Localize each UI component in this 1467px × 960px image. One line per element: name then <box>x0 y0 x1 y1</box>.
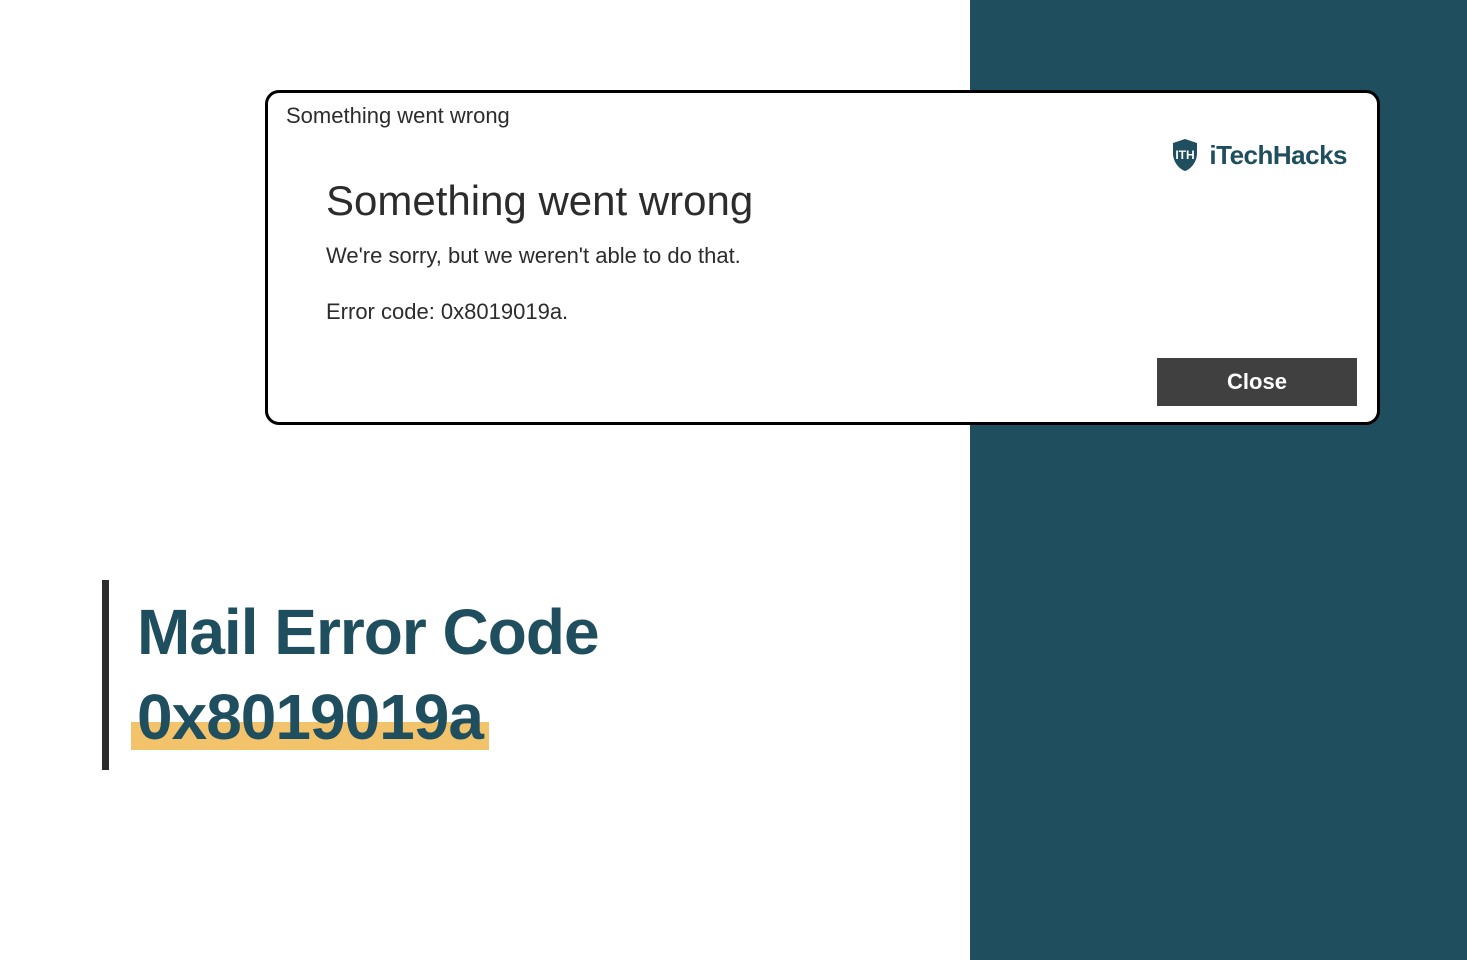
itechhacks-shield-icon: ITH <box>1167 137 1203 173</box>
article-title-line2: 0x8019019a <box>137 679 483 756</box>
close-button[interactable]: Close <box>1157 358 1357 406</box>
dialog-message: We're sorry, but we weren't able to do t… <box>326 243 1359 269</box>
svg-text:ITH: ITH <box>1176 148 1195 162</box>
title-text: Mail Error Code 0x8019019a <box>137 580 599 770</box>
title-divider <box>102 580 109 770</box>
article-title-block: Mail Error Code 0x8019019a <box>102 580 599 770</box>
article-title-line1: Mail Error Code <box>137 594 599 671</box>
dialog-window-title: Something went wrong <box>286 103 1359 129</box>
brand-logo: ITH iTechHacks <box>1167 137 1347 173</box>
dialog-heading: Something went wrong <box>326 177 1359 225</box>
brand-name: iTechHacks <box>1209 140 1347 171</box>
dialog-error-code: Error code: 0x8019019a. <box>326 299 1359 325</box>
error-dialog: Something went wrong ITH iTechHacks Some… <box>265 90 1380 425</box>
